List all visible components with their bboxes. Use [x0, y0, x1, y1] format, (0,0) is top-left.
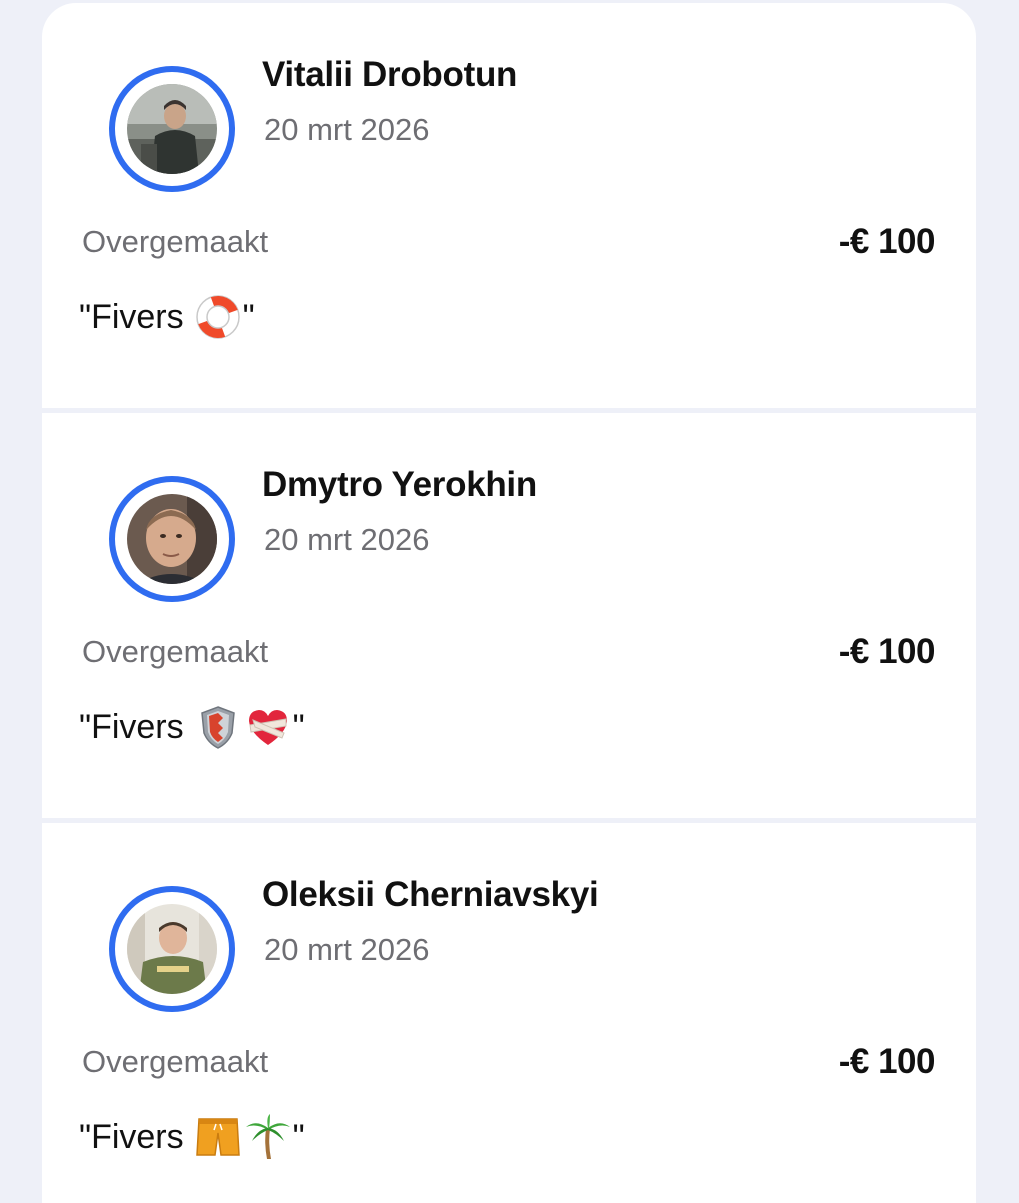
- memo-close-quote: ": [292, 1117, 305, 1156]
- memo-close-quote: ": [292, 707, 305, 746]
- avatar-photo: [127, 494, 217, 584]
- avatar-photo: [127, 84, 217, 174]
- memo-text: "Fivers: [79, 297, 184, 336]
- life-buoy-icon: [194, 293, 242, 341]
- recipient-name: Oleksii Cherniavskyi: [262, 875, 599, 914]
- memo-close-quote: ": [242, 297, 255, 336]
- transaction-status: Overgemaakt: [82, 634, 269, 669]
- recipient-name: Dmytro Yerokhin: [262, 465, 537, 504]
- shield-icon: [194, 703, 242, 751]
- recipient-name: Vitalii Drobotun: [262, 55, 518, 94]
- transaction-date: 20 mrt 2026: [264, 522, 430, 557]
- avatar[interactable]: [109, 886, 235, 1012]
- avatar[interactable]: [109, 66, 235, 192]
- transaction-memo: "Fivers ": [79, 703, 305, 751]
- palm-tree-icon: [244, 1113, 292, 1161]
- avatar-photo: [127, 904, 217, 994]
- shorts-icon: [194, 1113, 242, 1161]
- avatar[interactable]: [109, 476, 235, 602]
- transaction-memo: "Fivers ": [79, 293, 255, 341]
- transaction-amount: -€ 100: [838, 632, 936, 671]
- transaction-card[interactable]: Oleksii Cherniavskyi 20 mrt 2026 Overgem…: [42, 823, 976, 1203]
- transaction-list: Vitalii Drobotun 20 mrt 2026 Overgemaakt…: [42, 3, 976, 1203]
- transaction-date: 20 mrt 2026: [264, 932, 430, 967]
- transaction-amount: -€ 100: [838, 1042, 936, 1081]
- transaction-status: Overgemaakt: [82, 224, 269, 259]
- transaction-card[interactable]: Vitalii Drobotun 20 mrt 2026 Overgemaakt…: [42, 3, 976, 408]
- memo-text: "Fivers: [79, 707, 184, 746]
- transaction-date: 20 mrt 2026: [264, 112, 430, 147]
- transaction-card[interactable]: Dmytro Yerokhin 20 mrt 2026 Overgemaakt …: [42, 413, 976, 818]
- transaction-status: Overgemaakt: [82, 1044, 269, 1079]
- transaction-amount: -€ 100: [838, 222, 936, 261]
- transaction-memo: "Fivers ": [79, 1113, 305, 1161]
- memo-text: "Fivers: [79, 1117, 184, 1156]
- mending-heart-icon: [244, 703, 292, 751]
